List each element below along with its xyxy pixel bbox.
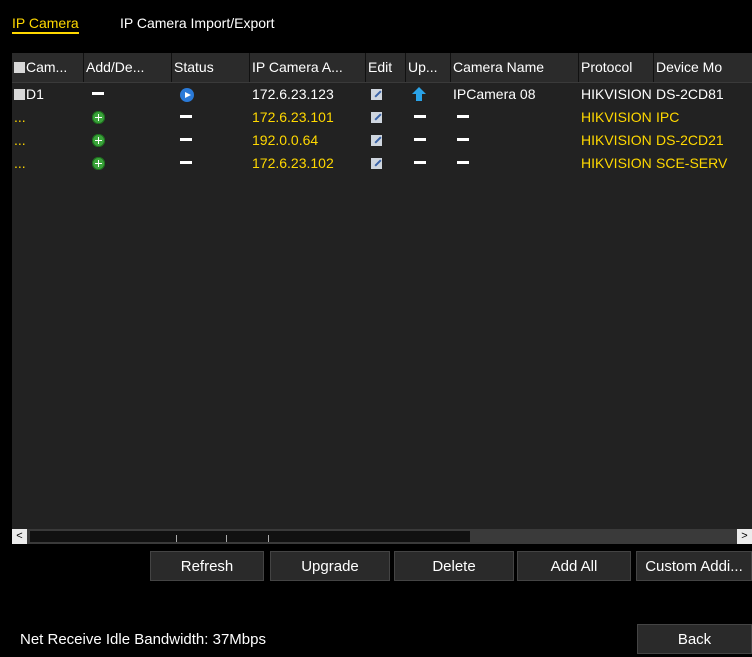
cell-camera: D1 [12, 83, 84, 106]
edit-icon[interactable] [371, 135, 382, 146]
cell-camera-name [451, 106, 579, 129]
cell-camera: ... [12, 106, 84, 129]
header-add-delete[interactable]: Add/De... [84, 53, 172, 82]
cell-edit [366, 152, 406, 175]
header-protocol[interactable]: Protocol [579, 53, 654, 82]
camera-table: Cam... Add/De... Status IP Camera A... E… [12, 53, 752, 529]
dash-icon [414, 161, 426, 164]
cell-protocol: HIKVISION [581, 132, 652, 148]
camera-id: D1 [26, 86, 44, 102]
horizontal-scrollbar[interactable]: < > [12, 529, 752, 544]
add-icon[interactable] [92, 134, 105, 147]
dash-icon [180, 161, 192, 164]
cell-ip-address: 192.0.0.64 [252, 132, 319, 148]
camera-id: ... [14, 132, 26, 148]
scrollbar-grip [176, 535, 177, 542]
cell-upgrade [406, 129, 451, 152]
bandwidth-status: Net Receive Idle Bandwidth: 37Mbps [20, 631, 266, 648]
cell-add-delete [84, 152, 172, 175]
cell-status [172, 152, 250, 175]
scroll-left-arrow[interactable]: < [12, 529, 27, 544]
cell-status [172, 106, 250, 129]
tab-ip-camera[interactable]: IP Camera [12, 15, 79, 34]
scroll-right-arrow[interactable]: > [737, 529, 752, 544]
camera-id: ... [14, 155, 26, 171]
header-camera-name[interactable]: Camera Name [451, 53, 579, 82]
select-all-checkbox[interactable] [14, 62, 25, 73]
cell-status [172, 83, 250, 106]
edit-icon[interactable] [371, 112, 382, 123]
dash-icon [92, 92, 104, 95]
cell-device-model: DS-2CD21 [656, 132, 724, 148]
cell-device-model: DS-2CD81 [656, 86, 724, 102]
header-device-model[interactable]: Device Mo [654, 53, 752, 82]
upgrade-icon[interactable] [412, 87, 426, 101]
dash-icon [180, 115, 192, 118]
header-upgrade[interactable]: Up... [406, 53, 451, 82]
cell-camera-name [451, 129, 579, 152]
cell-edit [366, 106, 406, 129]
scrollbar-grip [226, 535, 227, 542]
custom-adding-button[interactable]: Custom Addi... [636, 551, 752, 581]
cell-camera-name [451, 152, 579, 175]
table-row[interactable]: ... 192.0.0.64 HIKVISION DS-2CD21 [12, 129, 752, 152]
cell-protocol: HIKVISION [581, 109, 652, 125]
cell-upgrade [406, 106, 451, 129]
cell-edit [366, 83, 406, 106]
add-icon[interactable] [92, 111, 105, 124]
cell-camera: ... [12, 129, 84, 152]
table-row[interactable]: ... 172.6.23.102 HIKVISION SCE-SERV [12, 152, 752, 175]
dash-icon [457, 161, 469, 164]
table-header: Cam... Add/De... Status IP Camera A... E… [12, 53, 752, 83]
cell-status [172, 129, 250, 152]
delete-button[interactable]: Delete [394, 551, 514, 581]
header-ip-address[interactable]: IP Camera A... [250, 53, 366, 82]
cell-add-delete [84, 129, 172, 152]
cell-ip-address: 172.6.23.101 [252, 109, 334, 125]
cell-protocol: HIKVISION [581, 86, 652, 102]
play-icon[interactable] [180, 88, 194, 102]
scrollbar-grip [268, 535, 269, 542]
cell-add-delete [84, 106, 172, 129]
edit-icon[interactable] [371, 89, 382, 100]
camera-id: ... [14, 109, 26, 125]
header-status[interactable]: Status [172, 53, 250, 82]
cell-upgrade [406, 152, 451, 175]
header-edit[interactable]: Edit [366, 53, 406, 82]
dash-icon [414, 138, 426, 141]
cell-edit [366, 129, 406, 152]
dash-icon [457, 115, 469, 118]
cell-protocol: HIKVISION [581, 155, 652, 171]
header-camera[interactable]: Cam... [12, 53, 84, 82]
cell-device-model: IPC [656, 109, 680, 125]
dash-icon [457, 138, 469, 141]
edit-icon[interactable] [371, 158, 382, 169]
scrollbar-thumb[interactable] [30, 531, 470, 542]
dash-icon [180, 138, 192, 141]
row-checkbox[interactable] [14, 89, 25, 100]
add-icon[interactable] [92, 157, 105, 170]
cell-ip-address: 172.6.23.123 [252, 86, 334, 102]
cell-add-delete [84, 83, 172, 106]
cell-ip-address: 172.6.23.102 [252, 155, 334, 171]
back-button[interactable]: Back [637, 624, 752, 654]
cell-camera: ... [12, 152, 84, 175]
cell-upgrade [406, 83, 451, 106]
refresh-button[interactable]: Refresh [150, 551, 264, 581]
cell-camera-name: IPCamera 08 [453, 86, 536, 102]
table-row[interactable]: ... 172.6.23.101 HIKVISION IPC [12, 106, 752, 129]
upgrade-button[interactable]: Upgrade [270, 551, 390, 581]
tab-ip-camera-import-export[interactable]: IP Camera Import/Export [120, 15, 275, 31]
add-all-button[interactable]: Add All [517, 551, 631, 581]
table-row[interactable]: D1 172.6.23.123 IPCamera 08 HIKVISION DS-2CD… [12, 83, 752, 106]
dash-icon [414, 115, 426, 118]
tab-bar: IP Camera IP Camera Import/Export [0, 0, 752, 34]
cell-device-model: SCE-SERV [656, 155, 728, 171]
